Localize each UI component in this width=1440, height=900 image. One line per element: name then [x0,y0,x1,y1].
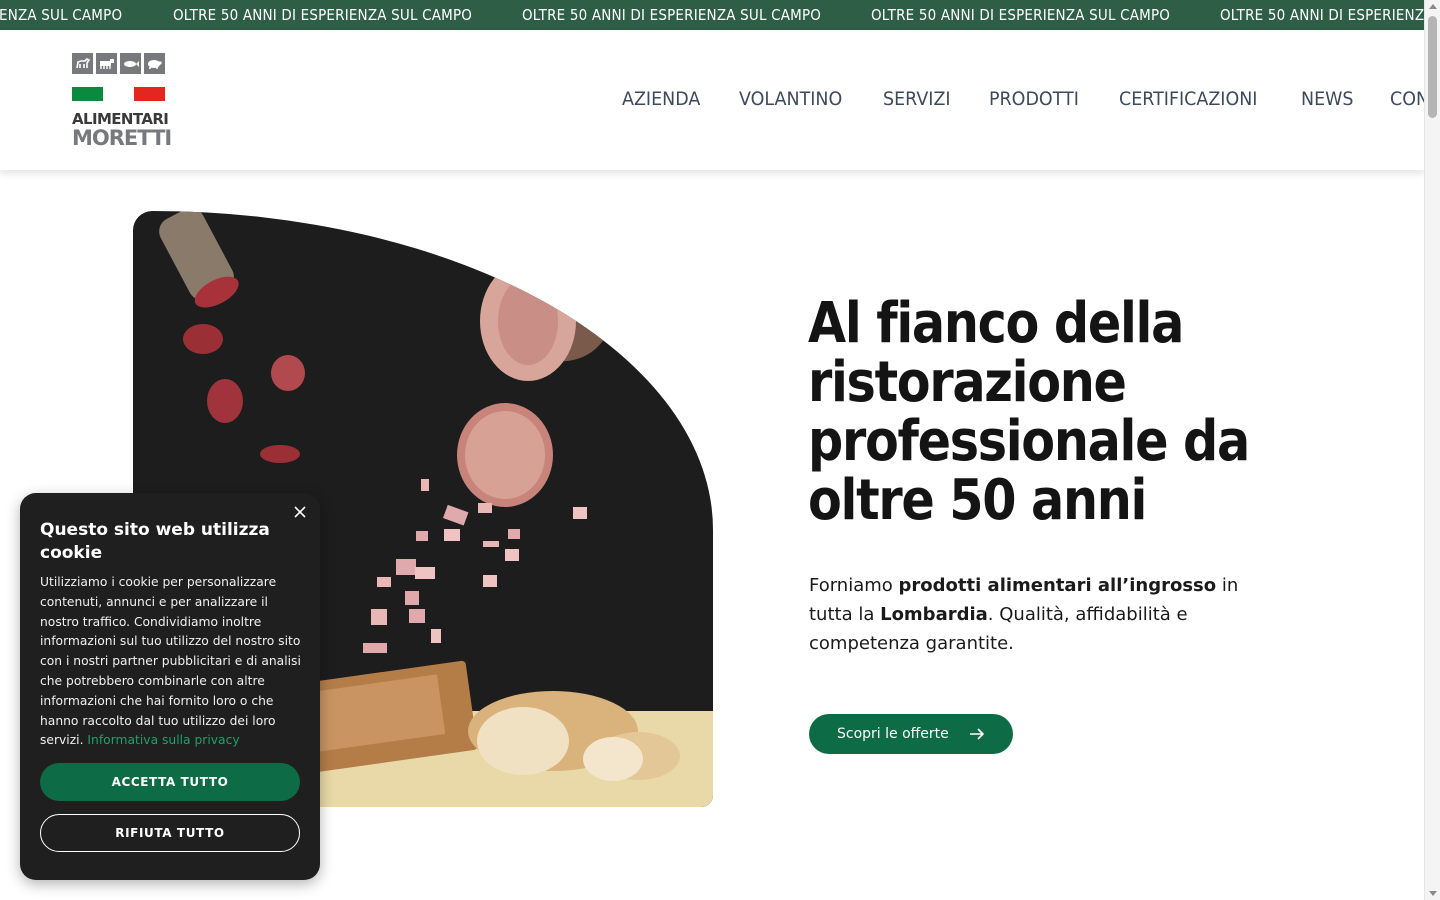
italian-flag [72,87,167,101]
logo[interactable]: ALIMENTARI MORETTI [72,53,172,150]
hero-description: Forniamo prodotti alimentari all’ingross… [809,575,1239,654]
scroll-down-icon[interactable] [1429,891,1437,896]
scroll-up-icon[interactable] [1429,4,1437,9]
cookie-body: Utilizziamo i cookie per personalizzare … [40,575,301,748]
logo-icons [72,53,167,74]
scroll-thumb[interactable] [1428,16,1437,118]
cta-offers-button[interactable]: Scopri le offerte [809,714,1013,754]
pig-icon [144,53,165,74]
accept-all-button[interactable]: ACCETTA TUTTO [40,763,300,801]
nav-item-servizi[interactable]: SERVIZI [883,88,951,110]
hero-title: Al fianco della ristorazione professiona… [808,291,1250,533]
ticker-item: OLTRE 50 ANNI DI ESPERIENZA SUL CAMPO [173,6,473,24]
cow-icon [96,53,117,74]
ticker-item: ENZA SUL CAMPO [0,6,123,24]
nav-item-certificazioni[interactable]: CERTIFICAZIONI [1119,88,1257,110]
scrollbar[interactable] [1424,0,1440,900]
logo-line2: MORETTI [72,126,172,150]
main-nav: AZIENDA VOLANTINO SERVIZI PRODOTTI CERTI… [622,88,1440,110]
ticker-item: OLTRE 50 ANNI DI ESPERIENZA SUL CAMPO [522,6,822,24]
site-header: ALIMENTARI MORETTI AZIENDA VOLANTINO SER… [0,30,1440,170]
nav-item-volantino[interactable]: VOLANTINO [739,88,842,110]
nav-item-azienda[interactable]: AZIENDA [622,88,700,110]
ticker-item: OLTRE 50 ANNI DI ESPERIENZ [1220,6,1424,24]
cookie-title: Questo sito web utilizza cookie [40,520,270,563]
nav-item-prodotti[interactable]: PRODOTTI [989,88,1079,110]
ticker-item: OLTRE 50 ANNI DI ESPERIENZA SUL CAMPO [871,6,1171,24]
cta-label: Scopri le offerte [837,726,949,742]
fish-icon [120,53,141,74]
reject-all-button[interactable]: RIFIUTA TUTTO [40,814,300,852]
arrow-right-icon [969,725,985,744]
announcement-ticker: ENZA SUL CAMPO OLTRE 50 ANNI DI ESPERIEN… [0,0,1424,30]
privacy-policy-link[interactable]: Informativa sulla privacy [87,733,239,747]
nav-item-news[interactable]: NEWS [1301,88,1354,110]
goat-icon [72,53,93,74]
cookie-banner: Questo sito web utilizza cookie Utilizzi… [20,493,320,880]
close-icon[interactable] [292,505,308,521]
